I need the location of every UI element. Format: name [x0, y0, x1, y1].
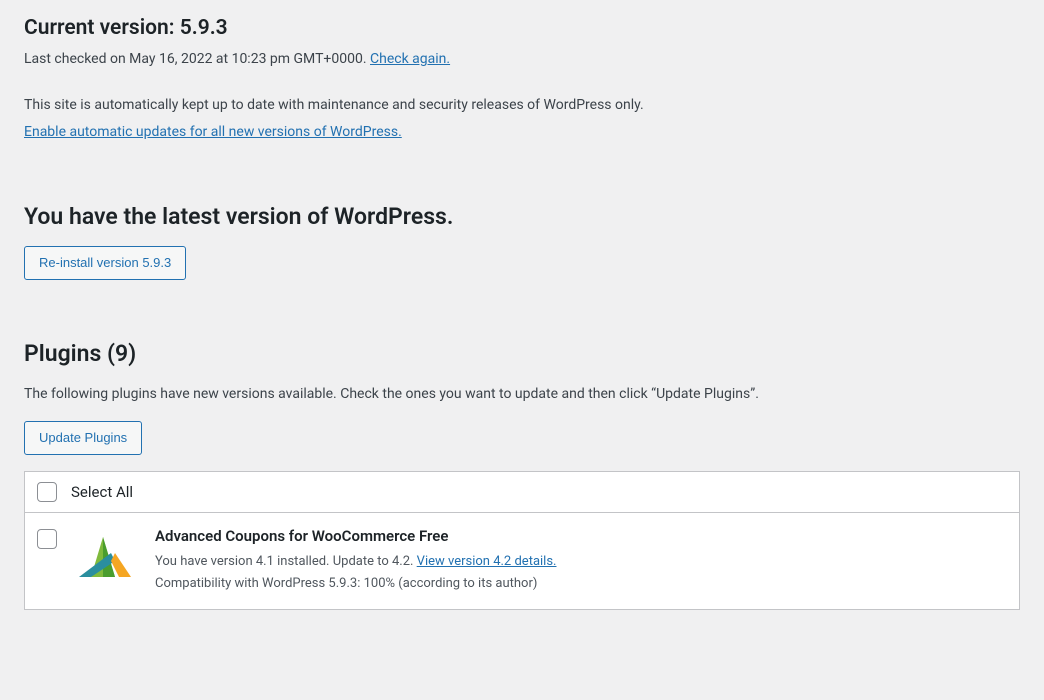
latest-version-heading: You have the latest version of WordPress…: [24, 203, 1020, 230]
current-version-heading: Current version: 5.9.3: [24, 16, 1020, 40]
auto-update-info: This site is automatically kept up to da…: [24, 94, 1020, 116]
table-row: Advanced Coupons for WooCommerce Free Yo…: [25, 513, 1019, 609]
enable-auto-update-wrap: Enable automatic updates for all new ver…: [24, 121, 1020, 143]
enable-auto-update-link[interactable]: Enable automatic updates for all new ver…: [24, 124, 402, 140]
last-checked-text: Last checked on May 16, 2022 at 10:23 pm…: [24, 48, 1020, 70]
plugin-details-link[interactable]: View version 4.2 details.: [417, 554, 557, 569]
plugin-version-text: You have version 4.1 installed. Update t…: [155, 554, 417, 569]
plugin-version-line: You have version 4.1 installed. Update t…: [155, 551, 1007, 573]
reinstall-button[interactable]: Re-install version 5.9.3: [24, 246, 186, 280]
update-plugins-button[interactable]: Update Plugins: [24, 421, 142, 455]
plugin-checkbox[interactable]: [37, 529, 57, 549]
plugin-icon: [71, 527, 135, 591]
plugins-description: The following plugins have new versions …: [24, 383, 1020, 405]
plugins-table-header: Select All: [25, 472, 1019, 513]
check-again-link[interactable]: Check again.: [370, 51, 450, 67]
select-all-label: Select All: [71, 483, 133, 501]
plugins-table: Select All Advanced Coupons for WooComme…: [24, 471, 1020, 610]
select-all-checkbox[interactable]: [37, 482, 57, 502]
plugins-heading: Plugins (9): [24, 340, 1020, 367]
plugin-compatibility: Compatibility with WordPress 5.9.3: 100%…: [155, 573, 1007, 595]
plugin-info: Advanced Coupons for WooCommerce Free Yo…: [155, 527, 1007, 595]
last-checked-label: Last checked on May 16, 2022 at 10:23 pm…: [24, 51, 370, 67]
plugin-title: Advanced Coupons for WooCommerce Free: [155, 527, 1007, 545]
